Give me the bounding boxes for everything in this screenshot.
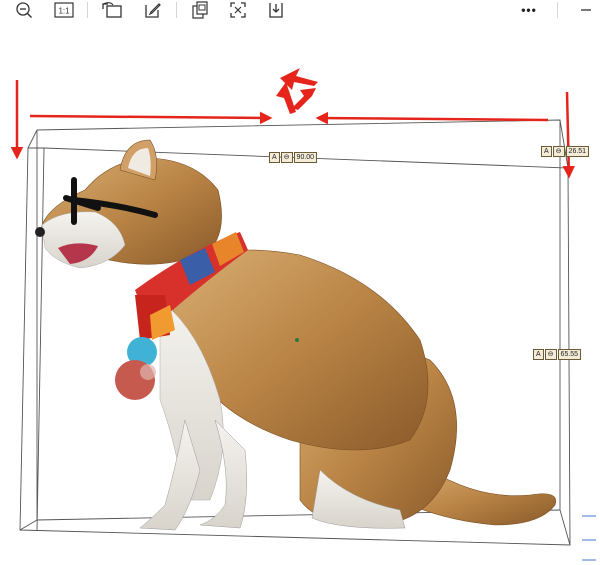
height-dimension-tag[interactable]: A ⊖ 90.00: [269, 152, 318, 163]
more-button[interactable]: •••: [516, 0, 542, 20]
dog-model: [35, 139, 557, 531]
model-viewport[interactable]: [0, 22, 600, 565]
rotate-gizmo-icon: [276, 68, 318, 114]
lock-icon: ⊖: [280, 152, 293, 163]
dimension-label: A: [541, 146, 552, 157]
lock-icon: ⊖: [544, 349, 557, 360]
minimize-icon: [581, 9, 591, 11]
rotate-button[interactable]: [100, 0, 124, 20]
fit-to-screen-button[interactable]: [226, 0, 250, 20]
depth-dimension-tag[interactable]: A ⊖ 65.55: [533, 349, 582, 360]
more-icon: •••: [521, 3, 537, 17]
arrow-left: [315, 111, 549, 125]
edit-icon: [145, 3, 161, 18]
lock-icon: ⊖: [552, 146, 565, 157]
dimension-label: A: [269, 152, 280, 163]
axis-indicator: [582, 515, 596, 561]
dimension-label: A: [533, 349, 544, 360]
zoom-out-button[interactable]: [12, 0, 36, 20]
dimension-value: 26.51: [565, 146, 590, 157]
toolbar-divider: [557, 2, 558, 18]
copy-icon: [192, 1, 208, 19]
minimize-button[interactable]: [574, 0, 598, 20]
download-icon: [269, 3, 283, 18]
copy-button[interactable]: [188, 0, 212, 20]
download-button[interactable]: [264, 0, 288, 20]
fit-to-screen-icon: [230, 2, 246, 18]
image-viewer: 1:1 ••• A ⊖ 90.00 A ⊖ 26.51 A ⊖ 65.55: [0, 0, 600, 565]
actual-size-icon: 1:1: [54, 2, 74, 18]
dimension-value: 65.55: [557, 349, 582, 360]
pivot-point: [295, 338, 299, 342]
rotate-icon: [102, 2, 122, 18]
toolbar-divider: [176, 2, 177, 18]
dimension-value: 90.00: [293, 152, 318, 163]
arrow-right: [29, 111, 273, 125]
actual-size-button[interactable]: 1:1: [52, 0, 76, 20]
edit-button[interactable]: [140, 0, 164, 20]
angle-dimension-tag[interactable]: A ⊖ 26.51: [541, 146, 590, 157]
svg-text:1:1: 1:1: [58, 7, 70, 16]
toolbar-divider: [87, 2, 88, 18]
viewer-toolbar: 1:1 •••: [0, 0, 600, 22]
zoom-out-icon: [16, 2, 33, 19]
